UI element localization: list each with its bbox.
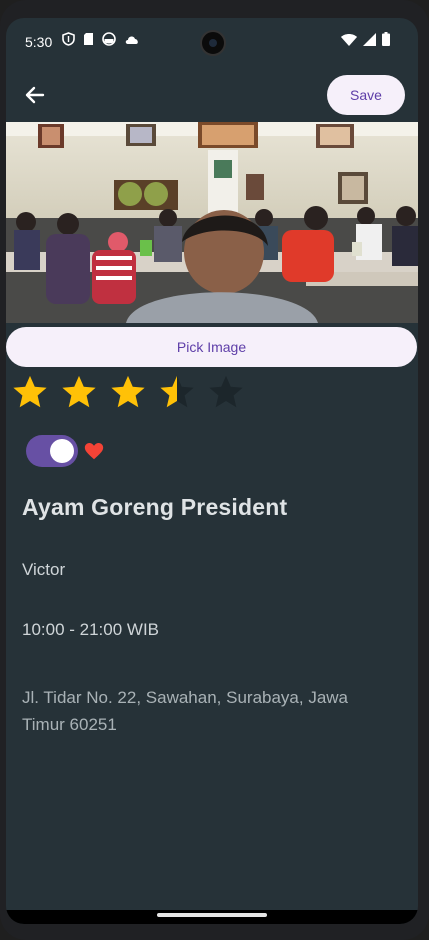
status-bar: 5:30 — [6, 18, 418, 66]
heart-icon — [84, 443, 104, 460]
android-icon — [102, 32, 116, 46]
navigation-bar — [6, 910, 418, 924]
restaurant-photo — [6, 122, 418, 323]
toggle-knob — [50, 439, 74, 463]
star-icon[interactable] — [11, 373, 49, 411]
signal-icon — [363, 32, 376, 46]
app-screen: 5:30 Save Pick Image Ayam Goreng Preside… — [6, 18, 418, 924]
battery-icon — [382, 32, 390, 46]
opening-hours: 10:00 - 21:00 WIB — [22, 620, 160, 639]
star-empty-icon[interactable] — [207, 373, 245, 411]
status-icons-left — [62, 32, 140, 46]
shield-icon — [62, 32, 75, 46]
wifi-icon — [341, 33, 357, 46]
status-time: 5:30 — [25, 34, 53, 50]
front-camera — [200, 30, 226, 56]
favorite-toggle[interactable] — [26, 435, 78, 467]
star-icon[interactable] — [60, 373, 98, 411]
restaurant-address: Jl. Tidar No. 22, Sawahan, Surabaya, Jaw… — [22, 688, 349, 734]
rating-bar[interactable] — [11, 373, 245, 411]
restaurant-name: Ayam Goreng President — [22, 494, 288, 520]
app-bar: Save — [6, 70, 418, 122]
home-gesture-handle[interactable] — [157, 913, 267, 917]
pick-image-button[interactable]: Pick Image — [6, 327, 417, 367]
sim-card-icon — [84, 33, 93, 45]
status-icons-right — [341, 32, 390, 46]
save-button[interactable]: Save — [327, 75, 405, 115]
star-half-icon[interactable] — [158, 373, 196, 411]
restaurant-photo-illustration — [6, 122, 418, 323]
owner-name: Victor — [22, 560, 66, 579]
star-icon[interactable] — [109, 373, 147, 411]
cloud-icon — [125, 35, 138, 44]
arrow-left-icon[interactable] — [20, 80, 50, 110]
device-frame: 5:30 Save Pick Image Ayam Goreng Preside… — [0, 0, 429, 940]
